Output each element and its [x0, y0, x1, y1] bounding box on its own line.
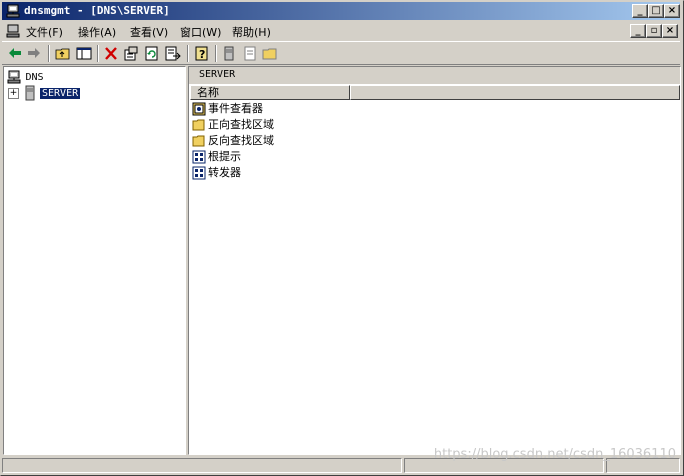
column-header-empty[interactable]	[350, 85, 680, 100]
child-minimize-button[interactable]: _	[630, 24, 646, 38]
list-item-label: 正向查找区域	[208, 118, 274, 131]
dns-app-icon	[6, 4, 20, 18]
toolbar: ?	[2, 41, 680, 65]
list-item-root-hints[interactable]: 根提示	[192, 149, 241, 165]
tree-root-label: DNS	[25, 72, 44, 83]
folder-icon	[192, 135, 205, 147]
forward-arrow-icon[interactable]	[25, 45, 43, 62]
properties-icon[interactable]	[122, 45, 140, 62]
dns-menu-icon[interactable]	[5, 23, 21, 39]
maximize-button[interactable]: □	[648, 4, 664, 18]
minimize-button[interactable]: _	[632, 4, 648, 18]
menu-file[interactable]: 文件(F)	[26, 24, 63, 40]
watermark-text: https://blog.csdn.net/csdn_16036110	[433, 447, 676, 462]
toolbar-separator	[48, 45, 50, 62]
close-button[interactable]: ×	[664, 4, 680, 18]
list-item-forwarders[interactable]: 转发器	[192, 165, 241, 181]
details-header: SERVER	[189, 67, 680, 84]
list-item-label: 根提示	[208, 150, 241, 163]
menu-action[interactable]: 操作(A)	[78, 24, 116, 40]
folder-icon	[192, 119, 205, 131]
list-item-forward-lookup[interactable]: 正向查找区域	[192, 117, 274, 133]
refresh-icon[interactable]	[143, 45, 161, 62]
child-close-button[interactable]: ×	[662, 24, 678, 38]
tree-server-label: SERVER	[38, 87, 82, 100]
show-hide-tree-icon[interactable]	[75, 45, 93, 62]
menu-bar: 文件(F) 操作(A) 查看(V) 窗口(W) 帮助(H) _ ▫ ×	[2, 21, 680, 41]
root-hints-icon	[192, 150, 206, 164]
list-item-reverse-lookup[interactable]: 反向查找区域	[192, 133, 274, 149]
new-folder-icon[interactable]	[261, 45, 279, 62]
menu-window[interactable]: 窗口(W)	[180, 24, 221, 40]
column-header-name[interactable]: 名称	[190, 85, 350, 100]
details-pane: SERVER 名称 事件查看器 正向查找区域 反向查找区域 根提示 转发器	[188, 66, 681, 455]
delete-icon[interactable]	[102, 45, 120, 62]
svg-text:?: ?	[199, 48, 205, 61]
title-bar[interactable]: dnsmgmt - [DNS\SERVER] _ □ ×	[2, 2, 680, 20]
forwarders-icon	[192, 166, 206, 180]
help-icon[interactable]: ?	[193, 45, 211, 62]
toolbar-separator	[187, 45, 189, 62]
server-icon	[25, 85, 34, 101]
event-viewer-icon	[192, 102, 206, 116]
dns-icon	[7, 70, 21, 84]
list-item-event-viewer[interactable]: 事件查看器	[192, 101, 263, 117]
list-item-label: 事件查看器	[208, 102, 263, 115]
tree-item-server[interactable]: + SERVER	[8, 85, 82, 101]
menu-help[interactable]: 帮助(H)	[232, 24, 271, 40]
export-list-icon[interactable]	[164, 45, 182, 62]
window-title: dnsmgmt - [DNS\SERVER]	[24, 4, 170, 17]
tree-root-dns[interactable]: DNS	[6, 69, 44, 85]
list-item-label: 转发器	[208, 166, 241, 179]
child-restore-button[interactable]: ▫	[646, 24, 662, 38]
toolbar-separator	[97, 45, 99, 62]
tree-pane[interactable]: DNS + SERVER	[3, 66, 186, 455]
tree-expander[interactable]: +	[8, 87, 19, 99]
details-header-label: SERVER	[199, 69, 236, 80]
back-arrow-icon[interactable]	[6, 45, 24, 62]
status-cell-main	[2, 458, 402, 473]
document-icon[interactable]	[241, 45, 259, 62]
toolbar-separator	[215, 45, 217, 62]
menu-view[interactable]: 查看(V)	[130, 24, 168, 40]
list-item-label: 反向查找区域	[208, 134, 274, 147]
server-icon[interactable]	[220, 45, 238, 62]
up-folder-icon[interactable]	[54, 45, 72, 62]
